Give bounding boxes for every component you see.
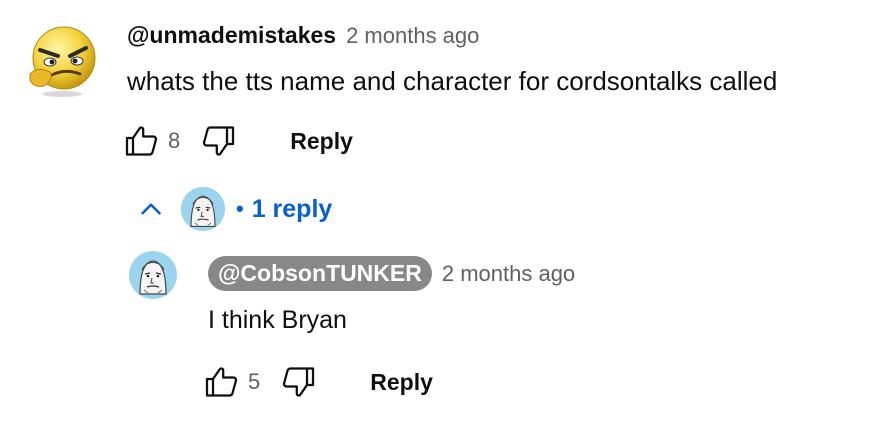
thumbs-up-icon bbox=[205, 367, 238, 397]
commenter-avatar[interactable] bbox=[24, 22, 100, 98]
reply-author-avatar[interactable] bbox=[128, 250, 178, 300]
reply-like-button[interactable] bbox=[202, 362, 242, 402]
reply-dislike-button[interactable] bbox=[278, 362, 318, 402]
reply-text: I think Bryan bbox=[208, 306, 347, 334]
reply-action-bar: 5 Reply bbox=[202, 362, 433, 402]
chevron-up-icon bbox=[141, 203, 161, 215]
comment-author[interactable]: @unmademistakes bbox=[127, 22, 336, 49]
thumbs-down-icon bbox=[283, 367, 315, 397]
reply-like-count: 5 bbox=[248, 369, 261, 394]
like-button[interactable] bbox=[122, 121, 162, 161]
comment-header: @unmademistakes 2 months ago bbox=[127, 22, 479, 49]
smug-emoji-icon bbox=[29, 26, 96, 97]
wojak-avatar-icon bbox=[129, 251, 177, 299]
reply-author-avatar-small bbox=[180, 186, 226, 232]
thumbs-down-icon bbox=[203, 126, 235, 156]
reply-header: @CobsonTUNKER 2 months ago bbox=[208, 256, 575, 291]
reply-author-badge[interactable]: @CobsonTUNKER bbox=[208, 256, 432, 291]
comment-timestamp[interactable]: 2 months ago bbox=[346, 23, 479, 49]
thumbs-up-icon bbox=[125, 126, 158, 156]
reply-timestamp[interactable]: 2 months ago bbox=[442, 261, 575, 287]
dislike-button[interactable] bbox=[198, 121, 238, 161]
like-count: 8 bbox=[168, 128, 181, 153]
reply-button[interactable]: Reply bbox=[290, 128, 353, 155]
wojak-avatar-icon bbox=[180, 186, 226, 232]
replies-toggle[interactable]: • 1 reply bbox=[134, 186, 332, 232]
comment-action-bar: 8 Reply bbox=[122, 121, 353, 161]
reply-reply-button[interactable]: Reply bbox=[370, 369, 433, 396]
comment-text: whats the tts name and character for cor… bbox=[127, 66, 778, 96]
separator-dot: • bbox=[236, 196, 244, 221]
replies-count-label[interactable]: 1 reply bbox=[252, 195, 333, 224]
